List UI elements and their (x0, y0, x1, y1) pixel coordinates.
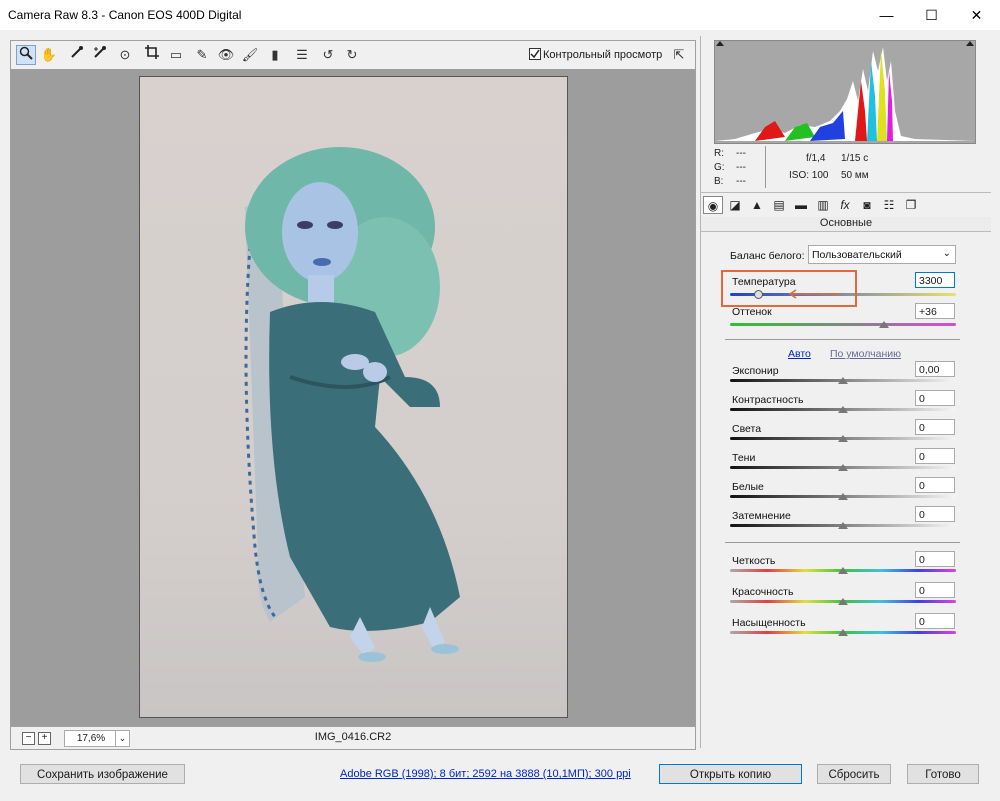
preview-label: Контрольный просмотр (543, 49, 663, 61)
section-title: Основные (701, 217, 991, 232)
slider-value-input[interactable]: 0 (915, 551, 955, 567)
slider-label: Тени (732, 452, 756, 464)
fullscreen-icon[interactable]: ⇱ (669, 45, 689, 65)
tint-label: Оттенок (732, 306, 772, 318)
iso-value: ISO: 100 (789, 170, 829, 181)
b-value: --- (736, 176, 746, 187)
slider-label: Затемнение (732, 510, 791, 522)
panel-tabs: ◉ ◪ ▲ ▤ ▬ ▥ fx ◙ ☷ ❐ (701, 192, 991, 218)
slider-thumb[interactable] (838, 493, 848, 500)
tab-basic[interactable]: ◉ (703, 196, 723, 214)
slider-value-input[interactable]: 0 (915, 506, 955, 522)
status-bar: − + 17,6% ⌄ IMG_0416.CR2 (10, 726, 696, 750)
window-title: Camera Raw 8.3 - Canon EOS 400D Digital (8, 8, 242, 22)
graduated-filter-icon[interactable]: ▮ (265, 45, 285, 65)
slider-thumb[interactable] (838, 435, 848, 442)
preview-checkbox[interactable] (529, 48, 541, 63)
white-balance-value: Пользовательский (812, 249, 902, 261)
tab-hsl[interactable]: ▤ (769, 196, 789, 214)
maximize-button[interactable]: ☐ (909, 0, 954, 30)
tab-camera-calibration[interactable]: ◙ (857, 196, 877, 214)
slider-thumb[interactable] (838, 629, 848, 636)
save-image-button[interactable]: Сохранить изображение (20, 764, 185, 784)
annotation-arrow (788, 289, 841, 299)
list-icon[interactable]: ☰ (292, 45, 312, 65)
focal-value: 50 мм (841, 170, 869, 181)
slider-label: Четкость (732, 555, 776, 567)
open-copy-button[interactable]: Открыть копию (659, 764, 802, 784)
tab-effects[interactable]: fx (835, 196, 855, 214)
slider-value-input[interactable]: 0 (915, 613, 955, 629)
histogram (714, 40, 976, 144)
slider-label: Контрастность (732, 394, 804, 406)
rotate-right-icon[interactable]: ↻ (342, 45, 362, 65)
tab-lens[interactable]: ▥ (813, 196, 833, 214)
tab-split-toning[interactable]: ▬ (791, 196, 811, 214)
separator (725, 339, 960, 340)
tint-input[interactable]: +36 (915, 303, 955, 319)
target-adjust-icon[interactable]: ⊙ (115, 45, 135, 65)
tab-snapshots[interactable]: ❐ (901, 196, 921, 214)
b-label: B: (714, 176, 724, 187)
chevron-down-icon: ⌄ (942, 248, 951, 259)
shutter-value: 1/15 с (841, 153, 869, 164)
reset-button[interactable]: Сбросить (817, 764, 891, 784)
file-name: IMG_0416.CR2 (314, 731, 392, 743)
tool-bar: ✋ ⊙ ▭ ✎ 👁 🖌 ▮ ☰ ↺ ↻ Контрольный просмотр… (10, 40, 696, 69)
straighten-icon[interactable]: ▭ (166, 45, 186, 65)
slider-label: Белые (732, 481, 764, 493)
slider-value-input[interactable]: 0,00 (915, 361, 955, 377)
slider-label: Экспонир (732, 365, 779, 377)
slider-value-input[interactable]: 0 (915, 419, 955, 435)
workflow-options-link[interactable]: Adobe RGB (1998); 8 бит; 2592 на 3888 (1… (340, 768, 631, 780)
default-link[interactable]: По умолчанию (830, 348, 901, 360)
slider-thumb[interactable] (838, 464, 848, 471)
zoom-icon[interactable] (16, 45, 36, 65)
photo-preview (139, 76, 568, 718)
white-balance-select[interactable]: Пользовательский ⌄ (808, 245, 956, 264)
temperature-input[interactable]: 3300 (915, 272, 955, 288)
tab-tone-curve[interactable]: ◪ (725, 196, 745, 214)
r-label: R: (714, 148, 724, 159)
tint-slider-track[interactable] (730, 323, 956, 326)
separator (725, 542, 960, 543)
tab-presets[interactable]: ☷ (879, 196, 899, 214)
slider-thumb[interactable] (838, 567, 848, 574)
tint-slider-thumb[interactable] (878, 321, 889, 328)
done-button[interactable]: Готово (907, 764, 979, 784)
r-value: --- (736, 148, 746, 159)
minimize-button[interactable]: — (864, 0, 909, 30)
title-bar: Camera Raw 8.3 - Canon EOS 400D Digital … (0, 0, 1000, 30)
g-value: --- (736, 162, 746, 173)
slider-label: Насыщенность (732, 617, 806, 629)
slider-value-input[interactable]: 0 (915, 477, 955, 493)
slider-label: Света (732, 423, 762, 435)
g-label: G: (714, 162, 725, 173)
red-eye-icon[interactable]: 👁 (216, 45, 236, 65)
white-balance-label: Баланс белого: (730, 250, 805, 262)
slider-thumb[interactable] (838, 598, 848, 605)
slider-value-input[interactable]: 0 (915, 582, 955, 598)
slider-value-input[interactable]: 0 (915, 448, 955, 464)
slider-thumb[interactable] (838, 522, 848, 529)
slider-thumb[interactable] (838, 406, 848, 413)
crop-icon[interactable] (142, 45, 162, 65)
rotate-left-icon[interactable]: ↺ (318, 45, 338, 65)
slider-value-input[interactable]: 0 (915, 390, 955, 406)
info-divider (765, 146, 766, 188)
aperture-value: f/1,4 (806, 153, 826, 164)
color-sampler-icon[interactable] (90, 45, 110, 65)
close-button[interactable]: ✕ (954, 0, 999, 30)
tab-detail[interactable]: ▲ (747, 196, 767, 214)
adjustment-brush-icon[interactable]: 🖌 (240, 45, 260, 65)
slider-label: Красочность (732, 586, 794, 598)
hand-icon[interactable]: ✋ (39, 45, 59, 65)
slider-thumb[interactable] (838, 377, 848, 384)
auto-link[interactable]: Авто (788, 348, 811, 360)
spot-removal-icon[interactable]: ✎ (192, 45, 212, 65)
white-balance-icon[interactable] (67, 45, 87, 65)
